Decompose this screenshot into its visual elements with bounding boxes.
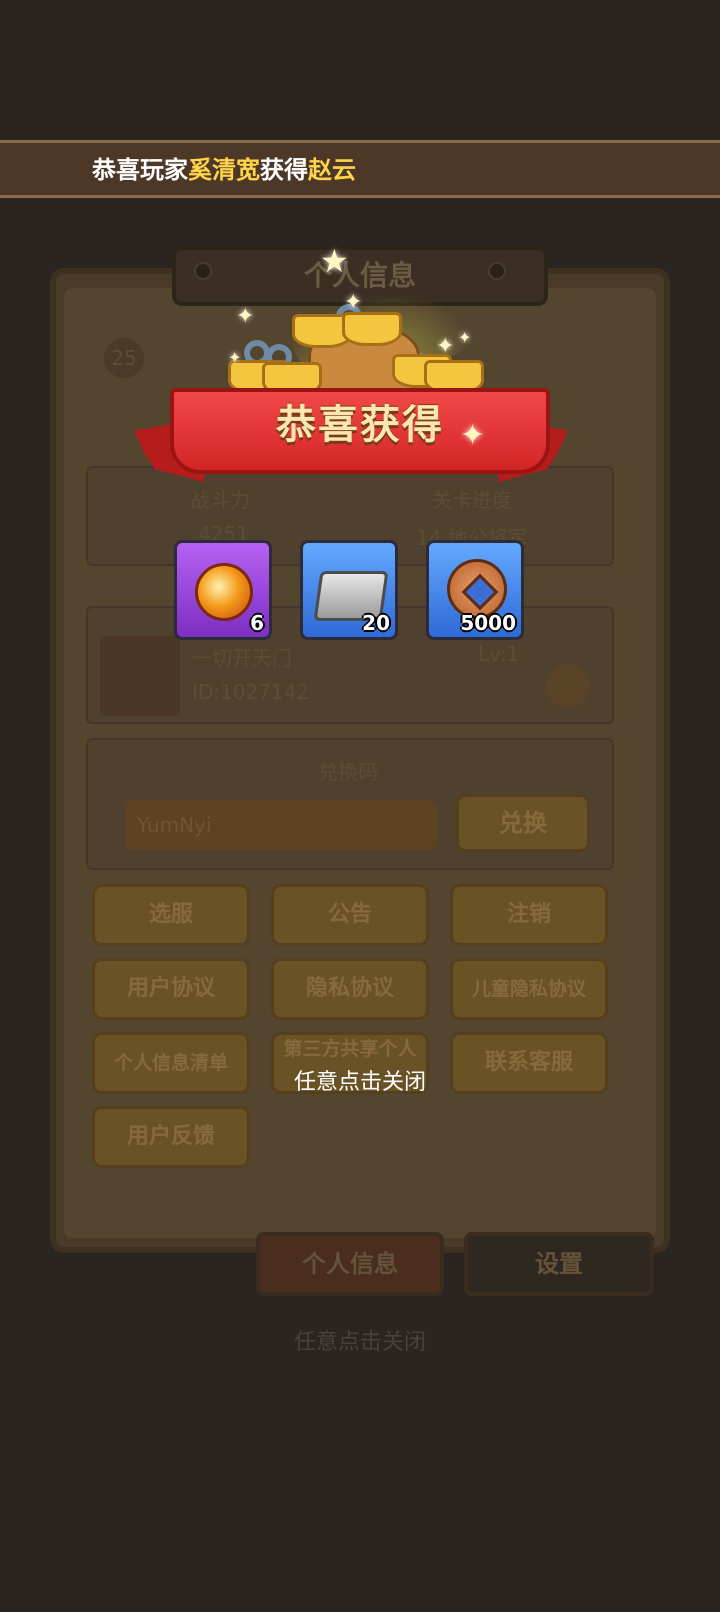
sparkle-icon: ✦ [436, 334, 455, 359]
reward-item[interactable]: 6 [174, 540, 272, 640]
select-server-button[interactable]: 选服 [92, 884, 250, 946]
redeem-button[interactable]: 兑换 [456, 794, 590, 852]
level-badge: 25 [104, 338, 144, 378]
sparkle-icon: ✦ [460, 418, 486, 453]
announcement-reward: 赵云 [308, 156, 356, 184]
stat-label-power: 战斗力 [190, 488, 250, 512]
titlebar-rivet-icon [488, 262, 506, 280]
reward-item[interactable]: 20 [300, 540, 398, 640]
guild-id: ID:1027142 [192, 680, 310, 704]
announcement-button[interactable]: 公告 [271, 884, 429, 946]
announcement-text: 恭喜玩家奚清宽获得赵云 [92, 150, 356, 185]
close-hint[interactable]: 任意点击关闭 [0, 1064, 720, 1096]
background-close-hint: 任意点击关闭 [293, 1330, 426, 1355]
reward-title: 恭喜获得 [276, 402, 444, 448]
feedback-button[interactable]: 用户反馈 [92, 1106, 250, 1168]
sparkle-icon: ✦ [228, 348, 242, 367]
reward-item-count: 6 [250, 611, 264, 635]
user-agreement-button[interactable]: 用户协议 [92, 958, 250, 1020]
redeem-code-input[interactable]: YumNyi [125, 800, 437, 850]
gold-ingot-icon [342, 312, 402, 346]
reward-item-count: 20 [362, 611, 390, 635]
guild-info-icon[interactable] [546, 664, 590, 708]
reward-item[interactable]: 5000 [426, 540, 524, 640]
logout-button[interactable]: 注销 [450, 884, 608, 946]
tab-personal-info[interactable]: 个人信息 [256, 1232, 444, 1296]
sparkle-icon: ✦ [458, 328, 472, 347]
copper-coin-icon [447, 559, 507, 619]
guild-name: 一切开天门 [192, 646, 292, 670]
guild-level: Lv:1 [478, 642, 520, 666]
sparkle-icon: ✦ [344, 290, 363, 315]
child-privacy-button[interactable]: 儿童隐私协议 [450, 958, 608, 1020]
sparkle-icon: ★ [320, 242, 349, 280]
coin-hole [461, 573, 499, 611]
redeem-label: 兑换码 [318, 760, 378, 784]
announcement-middle: 获得 [260, 156, 308, 184]
titlebar-rivet-icon [194, 262, 212, 280]
dragon-orb-icon [195, 563, 253, 621]
announcement-player: 奚清宽 [188, 156, 260, 184]
stat-label-progress: 关卡进度 [432, 488, 512, 512]
sparkle-icon: ✦ [236, 304, 255, 329]
screen[interactable]: 个人信息 25 战斗力 关卡进度 4251 14 地公将军 一切开天门 ID:1… [0, 0, 720, 1612]
tab-settings[interactable]: 设置 [464, 1232, 654, 1296]
announcement-prefix: 恭喜玩家 [92, 156, 188, 184]
reward-item-count: 5000 [460, 611, 516, 635]
guild-banner-icon [100, 636, 180, 716]
privacy-agreement-button[interactable]: 隐私协议 [271, 958, 429, 1020]
